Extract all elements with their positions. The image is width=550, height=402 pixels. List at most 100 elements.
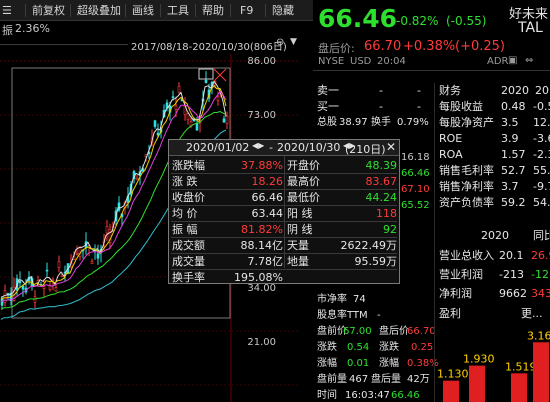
finance-year: 2020	[501, 84, 529, 97]
amplitude-label: 振	[2, 24, 13, 37]
popup-value: 2622.49万	[340, 239, 398, 252]
candle-body	[204, 79, 208, 84]
popup-value: 48.39	[365, 159, 398, 172]
time-row: 时间 16:03:47 66.46	[317, 388, 437, 402]
toolbar-fuquan-button[interactable]: 前复权	[32, 3, 65, 18]
prepost-row: 盘前价 67.00 盘后价 66.70	[317, 324, 437, 340]
exchange: NYSE	[318, 56, 345, 67]
finance-label: 销售净利率	[439, 180, 494, 193]
chart-info-bar: 振 2.36%	[0, 21, 313, 37]
finance-row: 净利润 9662 343.4	[439, 286, 550, 302]
candle-body	[18, 280, 22, 284]
finance-label: ROE	[439, 132, 463, 145]
finance-value: 3.9	[501, 132, 519, 145]
toolbar-hide-button[interactable]: 隐藏	[272, 3, 294, 18]
finance-row: 销售毛利率 52.7 55.13	[439, 163, 550, 179]
range-stats-popup[interactable]: 2020/01/02 ◀▶ - 2020/10/30 ◀▶ (210日) ✕ 涨…	[168, 139, 400, 284]
finance-row: 营业总收入 20.1 26.93	[439, 248, 550, 264]
range-zoom-out-icon[interactable]: ⊖	[276, 37, 284, 48]
stat-value: 467	[349, 374, 369, 385]
finance-value: -9.77	[533, 180, 550, 193]
toolbar-f9-button[interactable]: F9	[240, 3, 253, 18]
stat-value: 66.46	[391, 390, 420, 401]
stat-label: 换手	[371, 117, 391, 128]
finance-header: 财务 2020 2019	[439, 83, 550, 99]
popup-value: 66.46	[251, 191, 284, 204]
close-icon[interactable]: ✕	[386, 140, 396, 154]
finance-value: 55.13	[533, 164, 550, 177]
earnings-bar	[511, 373, 527, 402]
candle-body	[105, 226, 109, 234]
stat-label: 盘后价	[379, 326, 409, 337]
finance-value: 52.7	[501, 164, 526, 177]
bid-volume: -	[417, 100, 421, 113]
toolbar-tools-button[interactable]: 工具	[167, 3, 189, 18]
toolbar-overlay-button[interactable]: 超级叠加	[77, 3, 121, 18]
popup-value: 88.14亿	[240, 239, 284, 252]
ask-price: -	[379, 84, 383, 97]
candle-body	[174, 105, 178, 110]
range-dropdown-icon[interactable]: ▼	[290, 37, 297, 47]
toolbar-separator	[265, 4, 266, 17]
pb-row: 市净率 74	[317, 292, 433, 308]
date-step-icon[interactable]: ◀▶	[252, 141, 264, 150]
candle-body	[21, 285, 25, 290]
partial-value: 16.18	[401, 152, 430, 163]
stat-label: 总股	[317, 117, 337, 128]
earnings-bar	[443, 380, 459, 402]
finance-row: 销售净利率 3.7 -9.77	[439, 179, 550, 195]
candle-body	[186, 113, 190, 121]
popup-label: 收盘价	[172, 191, 205, 204]
popup-label: 成交额	[172, 239, 205, 252]
earnings-bar-label: 1.519	[505, 360, 537, 373]
finance-row: ROE 3.9 -3.63	[439, 131, 550, 147]
candle-body	[171, 96, 175, 98]
toolbar-separator	[160, 4, 161, 17]
partial-value: 65.52	[401, 200, 430, 211]
popup-value: 63.44	[251, 207, 284, 220]
toolbar-separator	[70, 4, 71, 17]
candle-body	[225, 115, 229, 125]
quote-time: 20:04	[377, 56, 406, 67]
toolbar-separator	[230, 4, 231, 17]
finance-value: 0.48	[501, 100, 526, 113]
finance-value: -121.	[531, 268, 550, 281]
finance-value: -213	[499, 268, 524, 281]
stat-value: 0.79%	[397, 117, 429, 128]
stat-value: 0.01	[347, 358, 370, 369]
stat-label: 涨跌	[379, 342, 399, 353]
toolbar-draw-button[interactable]: 画线	[132, 3, 154, 18]
toolbar-help-button[interactable]: 帮助	[202, 3, 224, 18]
popup-value: 37.88%	[241, 159, 283, 172]
expand-icon[interactable]: ⇔	[525, 55, 533, 66]
finance-year: 同比	[533, 229, 550, 242]
finance-label: 每股净资产	[439, 116, 494, 129]
toolbar-separator	[195, 4, 196, 17]
adr-info-icon[interactable]: ▣	[508, 55, 517, 66]
finance-value: -2.37	[533, 148, 550, 161]
popup-end-date: 2020/10/30	[277, 141, 341, 154]
finance-row: 资产负债率 59.2 54.33	[439, 195, 550, 211]
divider	[313, 70, 550, 71]
finance-row: 每股净资产 3.5 12.59	[439, 115, 550, 131]
candle-body	[177, 86, 181, 93]
finance-label: 营业利润	[439, 268, 483, 281]
menu-icon[interactable]: ☰	[2, 3, 12, 18]
finance-value: 3.5	[501, 116, 519, 129]
after-hours-price: 66.70	[364, 39, 402, 54]
popup-label: 换手率	[172, 271, 205, 284]
popup-value: 195.08%	[234, 271, 283, 284]
earnings-bar-label: 1.930	[463, 353, 495, 366]
popup-value: 92	[383, 223, 397, 236]
finance-label: 销售毛利率	[439, 164, 494, 177]
finance-label: 净利润	[439, 287, 472, 300]
popup-label: 成交量	[172, 255, 205, 268]
adr-label: ADR	[487, 56, 509, 67]
bid-row: 买一 - -	[317, 99, 427, 115]
popup-header: 2020/01/02 ◀▶ - 2020/10/30 ◀▶ (210日) ✕	[169, 140, 399, 156]
bar-more-link[interactable]: 更...	[521, 306, 543, 322]
prepost-row: 涨跌 0.54 涨跌 0.25	[317, 340, 437, 356]
finance-year: 2019	[535, 84, 550, 97]
candle-body	[57, 261, 61, 269]
candle-body	[135, 177, 139, 181]
